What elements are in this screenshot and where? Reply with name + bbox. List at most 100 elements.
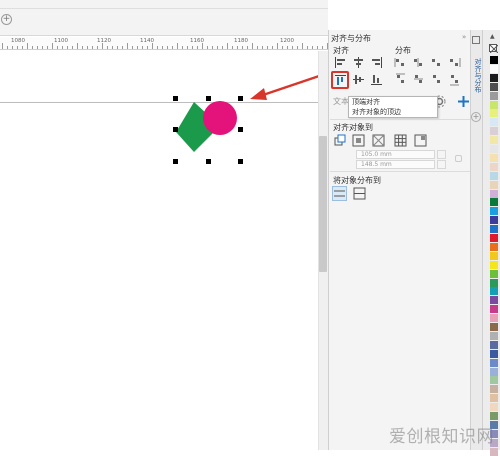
add-icon[interactable]: +: [1, 14, 12, 25]
lock-icon[interactable]: [455, 155, 462, 162]
color-swatch[interactable]: [490, 82, 498, 91]
color-swatch[interactable]: [490, 349, 498, 358]
color-swatch[interactable]: [490, 180, 498, 189]
distribute-right-icon[interactable]: [447, 55, 462, 70]
ruler-tick: [252, 43, 253, 49]
color-swatch[interactable]: [490, 447, 498, 456]
ruler-tick: [247, 46, 248, 49]
y-coordinate-field[interactable]: 148.5 mm: [356, 160, 435, 169]
x-spinner[interactable]: [437, 150, 446, 159]
active-objects-icon[interactable]: [333, 133, 348, 148]
color-swatch[interactable]: [490, 127, 498, 136]
color-swatch[interactable]: [490, 216, 498, 225]
distribute-top-icon[interactable]: [393, 72, 408, 87]
color-swatch[interactable]: [490, 73, 498, 82]
distribute-middle-icon[interactable]: [411, 72, 426, 87]
distribute-center-icon[interactable]: [411, 55, 426, 70]
color-swatch[interactable]: [490, 269, 498, 278]
distribute-bottom-icon[interactable]: [447, 72, 462, 87]
page-center-icon[interactable]: [371, 133, 386, 148]
color-swatch[interactable]: [490, 305, 498, 314]
page-edge-icon[interactable]: [351, 133, 366, 148]
color-swatch[interactable]: [490, 100, 498, 109]
align-top-button[interactable]: [331, 71, 349, 89]
selection-handle[interactable]: [173, 127, 178, 132]
selection-handle[interactable]: [238, 159, 243, 164]
tab-align-distribute[interactable]: 对齐与分布: [472, 58, 482, 93]
color-swatch[interactable]: [490, 251, 498, 260]
distribute-spacing-icon[interactable]: [429, 55, 444, 70]
ruler-label: 1100: [54, 38, 68, 44]
tab-icon[interactable]: [472, 36, 480, 44]
selection-handle[interactable]: [206, 96, 211, 101]
distribute-left-icon[interactable]: [393, 55, 408, 70]
drawing-canvas[interactable]: [0, 51, 318, 450]
color-swatch[interactable]: [490, 385, 498, 394]
page-range-icon[interactable]: [352, 186, 367, 201]
selection-handle[interactable]: [238, 127, 243, 132]
ruler-tick: [22, 46, 23, 49]
color-swatch[interactable]: [490, 278, 498, 287]
collapse-icon[interactable]: »: [462, 33, 466, 41]
color-swatch[interactable]: [490, 331, 498, 340]
palette-scroll-up-icon[interactable]: ▲: [490, 33, 495, 40]
ruler-tick: [57, 46, 58, 49]
color-swatch[interactable]: [490, 260, 498, 269]
selection-handle[interactable]: [173, 96, 178, 101]
distribute-vertical-spacing-icon[interactable]: [429, 72, 444, 87]
tooltip-title: 顶端对齐: [352, 98, 380, 106]
selected-shapes[interactable]: [172, 96, 244, 166]
specified-point-icon[interactable]: [413, 133, 428, 148]
scrollbar-thumb[interactable]: [319, 136, 327, 272]
align-bottom-icon[interactable]: [369, 72, 384, 87]
color-swatch[interactable]: [490, 207, 498, 216]
selection-handle[interactable]: [238, 96, 243, 101]
color-swatch[interactable]: [490, 171, 498, 180]
color-swatch[interactable]: [490, 376, 498, 385]
color-swatch[interactable]: [490, 234, 498, 242]
color-swatch[interactable]: [490, 136, 498, 145]
color-swatch[interactable]: [490, 56, 498, 64]
ruler-tick: [297, 46, 298, 49]
y-spinner[interactable]: [437, 160, 446, 169]
color-swatch[interactable]: [490, 314, 498, 323]
color-swatch[interactable]: [490, 198, 498, 207]
horizontal-ruler: 1080 1100 1120 1140 1160 1180 1200: [0, 37, 328, 50]
color-swatch[interactable]: [490, 153, 498, 162]
color-swatch[interactable]: [490, 64, 498, 73]
no-color-swatch[interactable]: [489, 44, 499, 54]
align-center-vertical-icon[interactable]: [351, 72, 366, 87]
color-swatch[interactable]: [490, 189, 498, 198]
color-swatch[interactable]: [490, 145, 498, 153]
color-swatch[interactable]: [490, 394, 498, 403]
ruler-tick: [302, 43, 303, 49]
color-swatch[interactable]: [490, 358, 498, 367]
color-swatch[interactable]: [490, 242, 498, 251]
color-swatch[interactable]: [490, 287, 498, 296]
x-coordinate-field[interactable]: 105.0 mm: [356, 150, 435, 159]
color-swatch[interactable]: [490, 340, 498, 349]
color-swatch[interactable]: [490, 118, 498, 127]
add-target-icon[interactable]: [456, 94, 471, 109]
distribute-objects-to-title: 将对象分布到: [333, 176, 381, 185]
add-tab-icon[interactable]: +: [471, 112, 481, 122]
color-swatch[interactable]: [490, 162, 498, 171]
color-swatch[interactable]: [490, 109, 498, 118]
magenta-circle-shape: [203, 101, 237, 135]
selection-handle[interactable]: [206, 159, 211, 164]
grid-icon[interactable]: [393, 133, 408, 148]
color-swatch[interactable]: [490, 91, 498, 100]
ruler-tick: [222, 46, 223, 49]
color-swatch[interactable]: [490, 367, 498, 376]
align-left-icon[interactable]: [333, 55, 348, 70]
selection-range-icon[interactable]: [332, 186, 347, 201]
align-center-horizontal-icon[interactable]: [351, 55, 366, 70]
selection-handle[interactable]: [173, 159, 178, 164]
align-right-icon[interactable]: [369, 55, 384, 70]
color-swatch[interactable]: [490, 323, 498, 331]
color-swatch[interactable]: [490, 296, 498, 305]
color-swatch[interactable]: [490, 403, 498, 412]
color-swatch[interactable]: [490, 412, 498, 420]
ruler-tick: [47, 46, 48, 49]
color-swatch[interactable]: [490, 225, 498, 234]
